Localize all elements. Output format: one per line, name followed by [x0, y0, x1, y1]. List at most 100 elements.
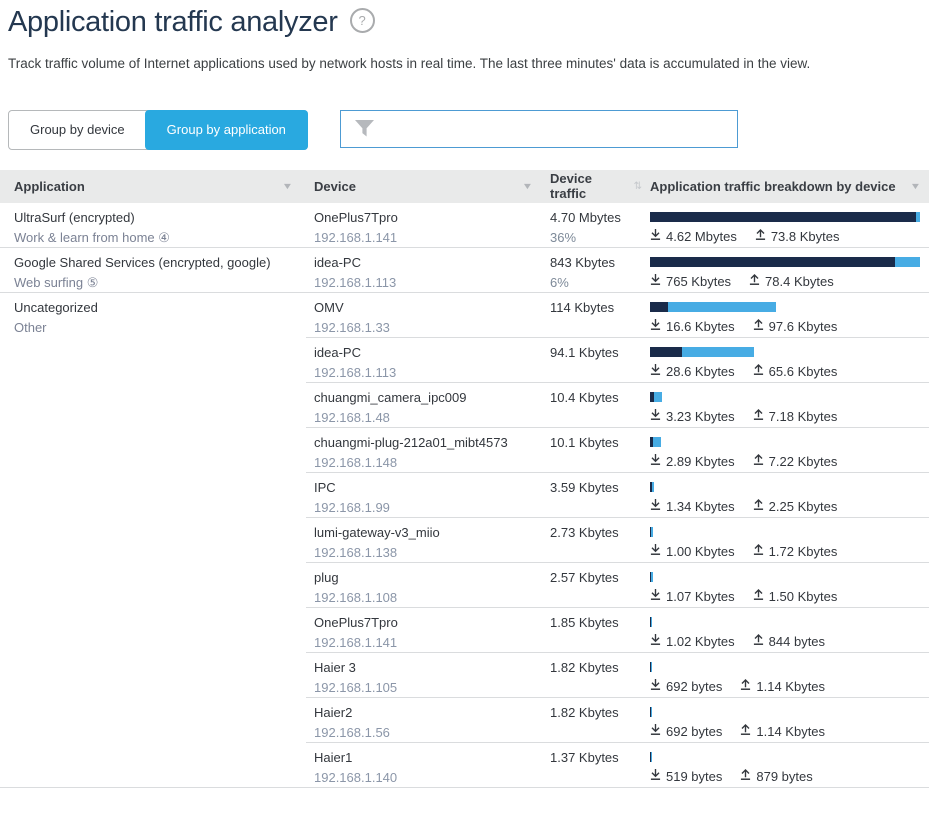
- device-name: IPC: [314, 479, 532, 496]
- group-mode-tabs: Group by device Group by application: [8, 110, 308, 150]
- breakdown-values: 1.07 Kbytes1.50 Kbytes: [650, 589, 920, 604]
- download-bar-segment: [650, 347, 682, 357]
- device-cell: chuangmi-plug-212a01_mibt4573192.168.1.1…: [306, 428, 542, 472]
- device-name: idea-PC: [314, 344, 532, 361]
- download-bar-segment: [650, 212, 916, 222]
- application-cell: Uncategorized Other: [0, 293, 306, 788]
- traffic-bar: [650, 572, 653, 582]
- device-ip: 192.168.1.113: [314, 364, 532, 381]
- breakdown-cell: 1.34 Kbytes 2.25 Kbytes: [642, 473, 929, 517]
- column-header-breakdown[interactable]: Application traffic breakdown by device …: [642, 179, 929, 194]
- upload-bar-segment: [651, 527, 653, 537]
- upload-bar-segment: [651, 617, 652, 627]
- device-name: OMV: [314, 299, 532, 316]
- device-ip: 192.168.1.108: [314, 589, 532, 606]
- download-amount: 1.07 Kbytes: [666, 589, 735, 604]
- device-traffic-cell: 10.1 Kbytes: [542, 428, 642, 472]
- upload-bar-segment: [651, 572, 653, 582]
- download-value: 519 bytes: [650, 769, 722, 784]
- device-name: Haier 3: [314, 659, 532, 676]
- device-ip: 192.168.1.138: [314, 544, 532, 561]
- upload-amount: 73.8 Kbytes: [771, 229, 840, 244]
- upload-value: 78.4 Kbytes: [749, 274, 834, 289]
- device-cell: Haier2192.168.1.56: [306, 698, 542, 742]
- filter-funnel-icon: [354, 119, 375, 138]
- upload-icon: [740, 724, 751, 739]
- table-row: idea-PC192.168.1.113843 Kbytes6%765 Kbyt…: [306, 248, 929, 293]
- breakdown-values: 692 bytes1.14 Kbytes: [650, 724, 920, 739]
- device-traffic-value: 10.1 Kbytes: [550, 434, 642, 451]
- download-amount: 519 bytes: [666, 769, 722, 784]
- download-amount: 1.34 Kbytes: [666, 499, 735, 514]
- upload-value: 65.6 Kbytes: [753, 364, 838, 379]
- column-header-device-traffic[interactable]: Device traffic ⇅: [542, 171, 642, 201]
- table-row: Haier 3192.168.1.1051.82 Kbytes692 bytes…: [306, 653, 929, 698]
- breakdown-values: 1.00 Kbytes1.72 Kbytes: [650, 544, 920, 559]
- download-bar-segment: [650, 257, 895, 267]
- device-traffic-cell: 2.57 Kbytes: [542, 563, 642, 607]
- upload-bar-segment: [651, 752, 652, 762]
- download-amount: 2.89 Kbytes: [666, 454, 735, 469]
- device-traffic-cell: 1.82 Kbytes: [542, 698, 642, 742]
- download-value: 4.62 Mbytes: [650, 229, 737, 244]
- table-row: OnePlus7Tpro192.168.1.1411.85 Kbytes1.02…: [306, 608, 929, 653]
- upload-bar-segment: [652, 482, 655, 492]
- sort-caret-icon[interactable]: ▼: [282, 181, 294, 191]
- filter-input[interactable]: [375, 111, 737, 147]
- table-row: idea-PC192.168.1.11394.1 Kbytes28.6 Kbyt…: [306, 338, 929, 383]
- device-traffic-value: 10.4 Kbytes: [550, 389, 642, 406]
- upload-value: 2.25 Kbytes: [753, 499, 838, 514]
- application-category: Web surfing ⑤: [14, 274, 296, 291]
- application-category: Work & learn from home ④: [14, 229, 296, 246]
- upload-value: 1.72 Kbytes: [753, 544, 838, 559]
- breakdown-values: 3.23 Kbytes7.18 Kbytes: [650, 409, 920, 424]
- breakdown-cell: 16.6 Kbytes97.6 Kbytes: [642, 293, 929, 337]
- column-header-device[interactable]: Device ▼: [306, 179, 542, 194]
- breakdown-values: 2.89 Kbytes7.22 Kbytes: [650, 454, 920, 469]
- tab-group-by-device[interactable]: Group by device: [9, 111, 146, 149]
- download-value: 3.23 Kbytes: [650, 409, 735, 424]
- application-name: Uncategorized: [14, 299, 296, 316]
- tab-group-by-application[interactable]: Group by application: [145, 110, 308, 150]
- upload-amount: 78.4 Kbytes: [765, 274, 834, 289]
- column-header-application[interactable]: Application ▼: [0, 179, 306, 194]
- group-rows: idea-PC192.168.1.113843 Kbytes6%765 Kbyt…: [306, 248, 929, 293]
- upload-value: 73.8 Kbytes: [755, 229, 840, 244]
- upload-bar-segment: [654, 392, 662, 402]
- download-icon: [650, 679, 661, 694]
- application-category: Other: [14, 319, 296, 336]
- breakdown-cell: 2.89 Kbytes7.22 Kbytes: [642, 428, 929, 472]
- device-cell: Haier 3192.168.1.105: [306, 653, 542, 697]
- table-row: OMV192.168.1.33114 Kbytes16.6 Kbytes97.6…: [306, 293, 929, 338]
- upload-amount: 65.6 Kbytes: [769, 364, 838, 379]
- help-icon[interactable]: ?: [350, 8, 375, 33]
- device-traffic-cell: 1.85 Kbytes: [542, 608, 642, 652]
- table-group: Google Shared Services (encrypted, googl…: [0, 248, 929, 293]
- upload-value: 844 bytes: [753, 634, 825, 649]
- upload-value: 1.14 Kbytes: [740, 679, 825, 694]
- device-traffic-value: 1.82 Kbytes: [550, 704, 642, 721]
- table-group: UltraSurf (encrypted)Work & learn from h…: [0, 203, 929, 248]
- breakdown-values: 16.6 Kbytes97.6 Kbytes: [650, 319, 920, 334]
- sort-arrows-icon[interactable]: ⇅: [634, 181, 642, 192]
- upload-icon: [753, 409, 764, 424]
- download-amount: 1.02 Kbytes: [666, 634, 735, 649]
- download-amount: 16.6 Kbytes: [666, 319, 735, 334]
- sort-caret-icon[interactable]: ▼: [522, 181, 534, 191]
- download-value: 16.6 Kbytes: [650, 319, 735, 334]
- device-traffic-cell: 1.37 Kbytes: [542, 743, 642, 787]
- table-row: chuangmi_camera_ipc009 192.168.1.48 10.4 K…: [306, 383, 929, 428]
- sort-caret-icon[interactable]: ▼: [910, 181, 922, 191]
- device-ip: 192.168.1.113: [314, 274, 532, 291]
- device-traffic-value: 1.37 Kbytes: [550, 749, 642, 766]
- device-ip: 192.168.1.99: [314, 499, 532, 516]
- upload-bar-segment: [651, 662, 652, 672]
- device-traffic-cell: 1.82 Kbytes: [542, 653, 642, 697]
- device-name: chuangmi_camera_ipc009: [314, 389, 532, 406]
- table-header: Application ▼ Device ▼ Device traffic ⇅ …: [0, 170, 929, 203]
- upload-amount: 1.14 Kbytes: [756, 679, 825, 694]
- device-ip: 192.168.1.48: [314, 409, 532, 426]
- device-cell: OMV192.168.1.33: [306, 293, 542, 337]
- device-name: OnePlus7Tpro: [314, 209, 532, 226]
- device-ip: 192.168.1.141: [314, 634, 532, 651]
